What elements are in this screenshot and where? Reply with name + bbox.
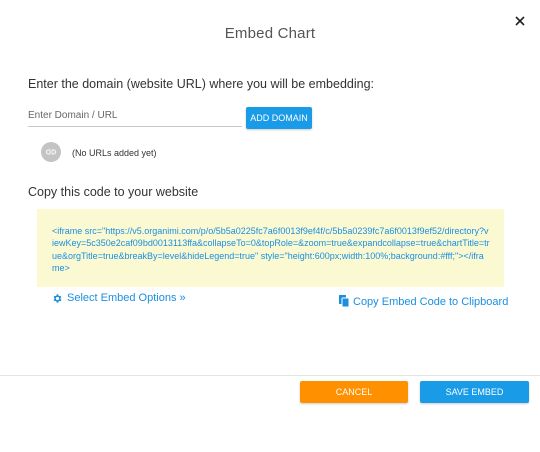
copy-to-clipboard-link[interactable]: Copy Embed Code to Clipboard: [338, 293, 508, 308]
save-embed-button[interactable]: SAVE EMBED: [420, 381, 529, 403]
domain-input[interactable]: [28, 109, 242, 127]
link-icon-badge: [41, 142, 61, 162]
cancel-button[interactable]: CANCEL: [300, 381, 408, 403]
embed-chart-dialog: Embed Chart Enter the domain (website UR…: [0, 0, 540, 452]
copy-to-clipboard-label: Copy Embed Code to Clipboard: [353, 296, 509, 308]
no-urls-message: (No URLs added yet): [72, 148, 157, 158]
copy-code-heading: Copy this code to your website: [28, 185, 199, 199]
domain-prompt: Enter the domain (website URL) where you…: [28, 77, 375, 91]
footer-divider: [0, 375, 540, 376]
copy-icon: [339, 294, 350, 307]
add-domain-button[interactable]: ADD DOMAIN: [246, 107, 312, 129]
gear-icon: [53, 293, 62, 303]
embed-code-text[interactable]: <iframe src="https://v5.organimi.com/p/o…: [52, 225, 490, 275]
dialog-title: Embed Chart: [224, 25, 316, 42]
link-icon: [46, 149, 56, 155]
select-embed-options-label: Select Embed Options »: [67, 292, 186, 304]
select-embed-options-link[interactable]: Select Embed Options »: [52, 292, 186, 304]
embed-code-box[interactable]: <iframe src="https://v5.organimi.com/p/o…: [37, 209, 504, 287]
